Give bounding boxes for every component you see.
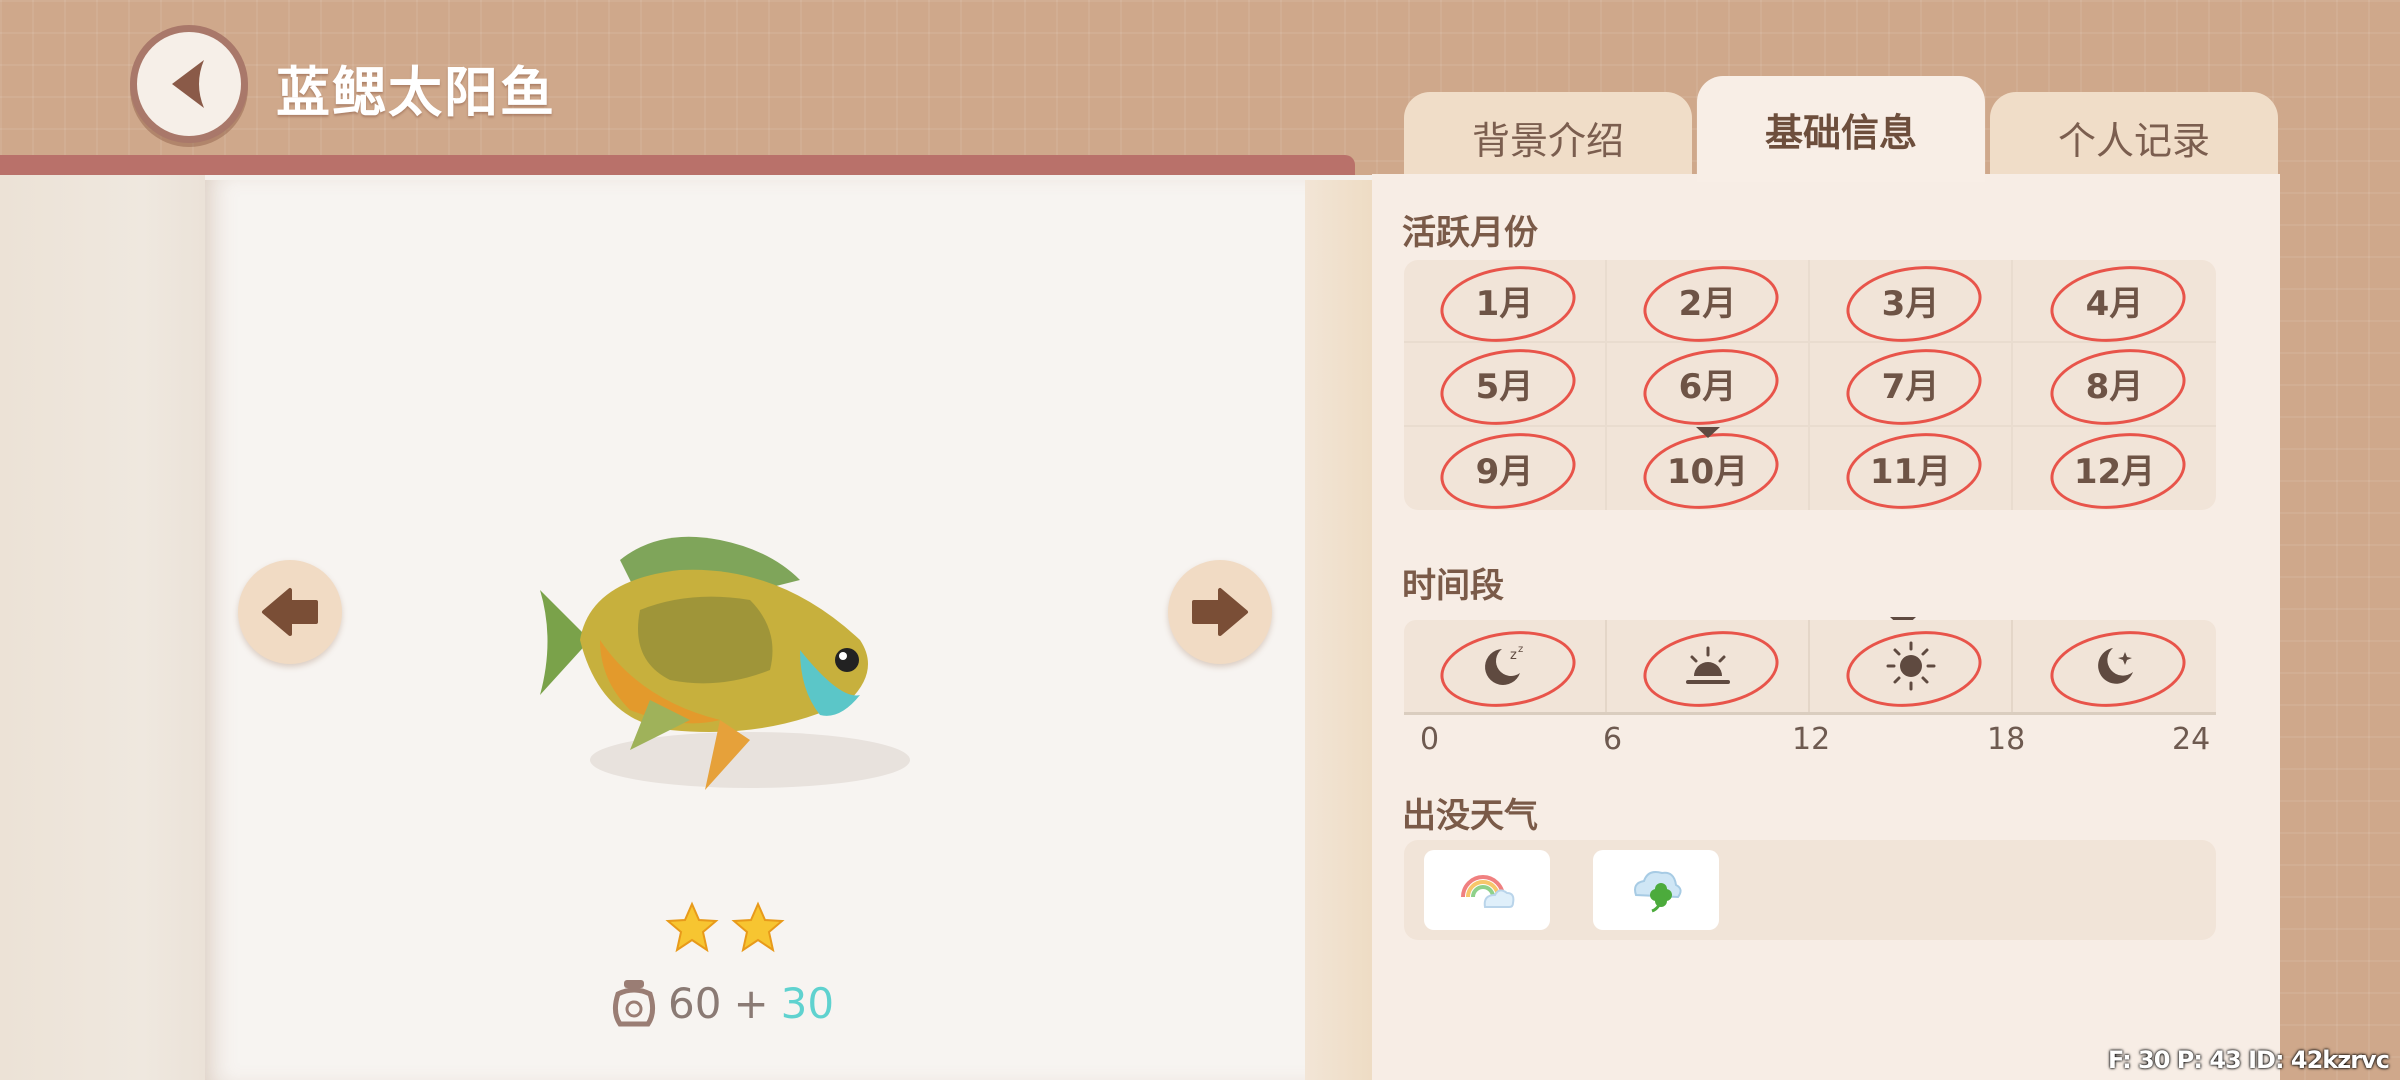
month-cell[interactable]: 12月 [2013, 425, 2216, 518]
time-tick: 24 [2172, 722, 2211, 757]
tab-basic-info[interactable]: 基础信息 [1697, 76, 1985, 182]
month-cell[interactable]: 7月 [1810, 340, 2013, 434]
svg-text:z: z [1510, 648, 1517, 663]
month-label: 10月 [1666, 451, 1749, 492]
time-tick: 6 [1603, 722, 1623, 757]
tab-personal-record[interactable]: 个人记录 [1990, 92, 2278, 182]
weight-icon [612, 980, 656, 1027]
month-cell[interactable]: 8月 [2013, 340, 2216, 434]
time-slot-evening[interactable] [2013, 620, 2216, 716]
clover-cloud-icon [1634, 871, 1682, 913]
rarity-stars [665, 901, 785, 953]
month-cell[interactable]: 2月 [1607, 257, 1810, 350]
month-label: 9月 [1475, 451, 1534, 492]
month-label: 4月 [2085, 284, 2144, 325]
fish-image [540, 536, 910, 790]
month-label: 3月 [1881, 284, 1940, 325]
arrow-right-icon [1192, 588, 1248, 636]
month-cell[interactable]: 11月 [1810, 425, 2013, 518]
arrow-left-icon [262, 588, 318, 636]
month-cell[interactable]: 9月 [1404, 425, 1607, 518]
moon-star-icon [2097, 648, 2133, 684]
back-button[interactable] [130, 25, 248, 143]
next-fish-button[interactable] [1168, 560, 1272, 664]
weather-section-title: 出没天气 [1402, 796, 1538, 836]
book-spine [0, 175, 205, 1080]
month-label: 12月 [2073, 451, 2156, 492]
month-label: 5月 [1475, 367, 1534, 408]
months-grid: 1月 2月 3月 4月 5月 6月 7月 8月 9月 10月 11月 12月 [1404, 257, 2216, 518]
month-cell[interactable]: 4月 [2013, 257, 2216, 350]
weight-base: 60 [668, 978, 722, 1028]
time-tick: 0 [1420, 722, 1440, 757]
weight-plus: + [733, 978, 769, 1028]
debug-overlay: F: 30 P: 43 ID: 42kzrvc [2108, 1046, 2390, 1074]
month-label: 7月 [1881, 367, 1940, 408]
time-section-title: 时间段 [1402, 566, 1504, 606]
sun-icon [1886, 641, 1935, 691]
month-label: 6月 [1678, 367, 1737, 408]
previous-fish-button[interactable] [238, 560, 342, 664]
month-cell[interactable]: 6月 [1607, 340, 1810, 434]
month-label: 2月 [1678, 284, 1737, 325]
month-cell[interactable]: 5月 [1404, 340, 1607, 434]
month-cell[interactable]: 1月 [1404, 257, 1607, 350]
weight-bonus: 30 [780, 978, 835, 1028]
star-icon [665, 901, 719, 953]
month-label: 1月 [1475, 284, 1534, 325]
weather-rainbow[interactable] [1424, 850, 1550, 930]
back-arrow-icon [172, 60, 204, 108]
months-section-title: 活跃月份 [1402, 213, 1538, 253]
book-page-edge [1305, 180, 1372, 1080]
fish-weight: 60 + 30 [612, 975, 834, 1031]
month-cell[interactable]: 3月 [1810, 257, 2013, 350]
svg-text:z: z [1518, 644, 1523, 655]
weather-clover[interactable] [1593, 850, 1719, 930]
time-slot-day[interactable] [1810, 620, 2013, 716]
time-slot-morning[interactable] [1607, 620, 1810, 716]
rainbow-cloud-icon [1461, 875, 1515, 908]
star-icon [731, 901, 785, 953]
time-tick: 12 [1792, 722, 1831, 757]
tab-background-intro[interactable]: 背景介绍 [1404, 92, 1692, 182]
month-label: 8月 [2085, 367, 2144, 408]
time-slots: z z [1404, 620, 2216, 716]
current-month-marker [1695, 426, 1720, 438]
sunrise-icon [1685, 646, 1730, 684]
page-title: 蓝鳃太阳鱼 [276, 61, 556, 124]
sleep-moon-icon: z z [1484, 644, 1523, 685]
time-slot-night[interactable]: z z [1404, 620, 1607, 716]
time-tick: 18 [1987, 722, 2026, 757]
month-label: 11月 [1869, 451, 1952, 492]
month-cell[interactable]: 10月 [1607, 425, 1810, 518]
